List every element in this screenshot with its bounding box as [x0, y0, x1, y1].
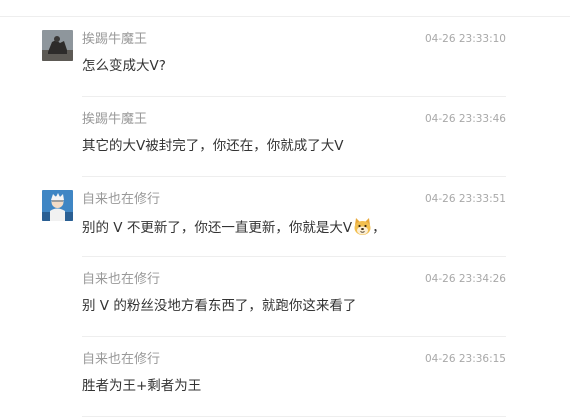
comment-item: 自来也在修行 04-26 23:34:26 别 V 的粉丝没地方看东西了，就跑你… — [0, 257, 570, 337]
comment-divider — [82, 416, 506, 417]
comment-item: 挨踢牛魔王 04-26 23:33:10 怎么变成大V? — [0, 17, 570, 97]
doge-emoji-icon — [353, 217, 372, 236]
comment-author[interactable]: 挨踢牛魔王 — [82, 32, 147, 48]
avatar[interactable] — [42, 30, 73, 61]
comment-text: 怎么变成大V? — [82, 58, 166, 74]
comment-time: 04-26 23:34:26 — [424, 273, 506, 285]
comment-time: 04-26 23:33:46 — [424, 113, 506, 125]
comment-text-suffix: ， — [372, 220, 386, 236]
comment-author[interactable]: 挨踢牛魔王 — [82, 112, 147, 128]
comment-text: 其它的大V被封完了，你还在，你就成了大V — [82, 138, 344, 154]
avatar[interactable] — [42, 190, 73, 221]
comment-time: 04-26 23:36:15 — [424, 353, 506, 365]
comment-time: 04-26 23:33:51 — [424, 193, 506, 205]
comment-author[interactable]: 自来也在修行 — [82, 192, 160, 208]
comment-text: 别的 V 不更新了，你还一直更新，你就是大V ， — [82, 217, 386, 237]
comment-item: 自来也在修行 04-26 23:36:15 胜者为王+剩者为王 — [0, 337, 570, 417]
comment-item: 挨踢牛魔王 04-26 23:33:46 其它的大V被封完了，你还在，你就成了大… — [0, 97, 570, 177]
comment-item: 自来也在修行 04-26 23:33:51 别的 V 不更新了，你还一直更新，你… — [0, 177, 570, 257]
comment-text: 胜者为王+剩者为王 — [82, 378, 202, 394]
comment-text: 别 V 的粉丝没地方看东西了，就跑你这来看了 — [82, 298, 357, 314]
comment-author[interactable]: 自来也在修行 — [82, 272, 160, 288]
comment-time: 04-26 23:33:10 — [424, 33, 506, 45]
comment-text-body: 别的 V 不更新了，你还一直更新，你就是大V — [82, 220, 353, 236]
comment-author[interactable]: 自来也在修行 — [82, 352, 160, 368]
